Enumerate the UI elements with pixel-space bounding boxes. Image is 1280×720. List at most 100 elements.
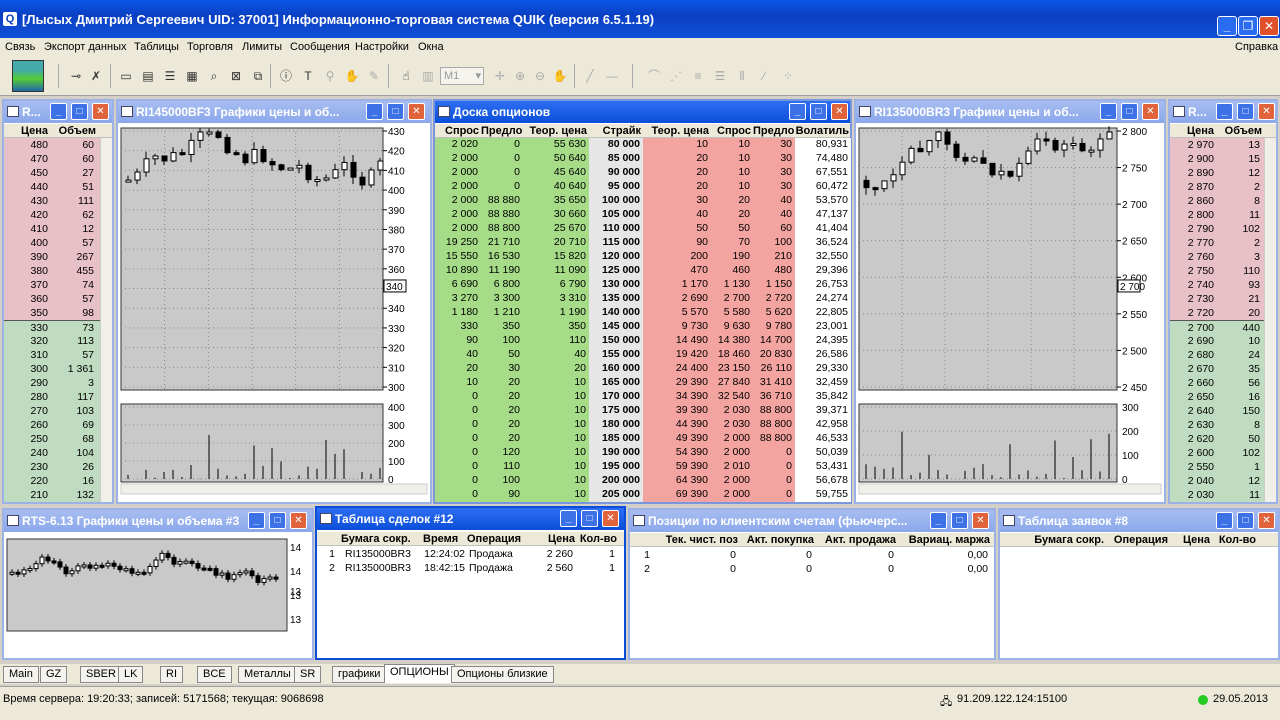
option-row[interactable]: 2 000 88 880 30 660 105 000 40 20 40 47,137 — [435, 208, 851, 222]
option-row[interactable]: 2 000 88 800 25 670 110 000 50 50 60 41,404 — [435, 222, 851, 236]
tab-5[interactable]: BCE — [197, 666, 232, 683]
deals-col-3[interactable]: Цена — [529, 533, 575, 545]
deals-table-window[interactable]: Таблица сделок #12 _ □ ✕ Бумага сокр. Вре… — [315, 506, 626, 660]
option-row[interactable]: 2 020 0 55 630 80 000 10 10 30 80,931 — [435, 138, 851, 152]
orders-col-1[interactable]: Операция — [1106, 534, 1168, 546]
orderbook-row[interactable]: 2 030 11 — [1170, 488, 1264, 502]
text-icon[interactable]: T — [300, 68, 316, 84]
orderbook-row[interactable]: 2 860 8 — [1170, 194, 1264, 208]
minimize-button[interactable]: _ — [560, 510, 577, 527]
edit-icon[interactable]: ✎ — [366, 68, 382, 84]
arc-icon[interactable]: ⌒ — [646, 68, 662, 84]
orderbook-row[interactable]: 2 690 10 — [1170, 334, 1264, 348]
tab-10[interactable]: Опционы близкие — [451, 666, 554, 683]
price-volume-chart[interactable]: 4304204104003903803703603503403303203103… — [118, 124, 430, 502]
option-row[interactable]: 2 000 88 880 35 650 100 000 30 20 40 53,570 — [435, 194, 851, 208]
option-row[interactable]: 330 350 350 145 000 9 730 9 630 9 780 23,001 — [435, 320, 851, 334]
orderbook-row[interactable]: 2 730 21 — [1170, 292, 1264, 306]
orderbook-row[interactable]: 290 3 — [4, 376, 100, 390]
orderbook-row[interactable]: 2 620 50 — [1170, 432, 1264, 446]
deals-col-4[interactable]: Кол-во — [577, 533, 617, 545]
orderbook-row[interactable]: 260 69 — [4, 418, 100, 432]
maximize-button[interactable]: □ — [1237, 512, 1254, 529]
options-col-3[interactable]: Страйк — [589, 125, 641, 137]
menu-trading[interactable]: Торговля — [187, 41, 233, 53]
orderbook-row[interactable]: 2 550 1 — [1170, 460, 1264, 474]
zoom-in-icon[interactable]: ⊕ — [512, 68, 528, 84]
orderbook-row[interactable]: 2 680 24 — [1170, 348, 1264, 362]
positions-col-3[interactable]: Вариац. маржа — [898, 534, 990, 546]
orderbook-row[interactable]: 2 630 8 — [1170, 418, 1264, 432]
option-row[interactable]: 3 270 3 300 3 310 135 000 2 690 2 700 2 720 24,… — [435, 292, 851, 306]
orderbook-row[interactable]: 2 900 15 — [1170, 152, 1264, 166]
orderbook-row[interactable]: 240 104 — [4, 446, 100, 460]
option-row[interactable]: 0 110 10 195 000 59 390 2 010 0 53,431 — [435, 460, 851, 474]
orderbook-row[interactable]: 390 267 — [4, 250, 100, 264]
options-board-window[interactable]: Доска опционов _ □ ✕ Спрос Предло Теор. це… — [433, 99, 852, 504]
tab-8[interactable]: графики — [332, 666, 387, 683]
info-icon[interactable]: ⓘ — [278, 68, 294, 84]
orderbook-row[interactable]: 330 73 — [4, 320, 100, 334]
close-button[interactable]: ✕ — [972, 512, 989, 529]
options-col-6[interactable]: Предло — [753, 125, 794, 137]
tab-6[interactable]: Металлы — [238, 666, 297, 683]
col-price[interactable]: Цена — [1170, 125, 1214, 137]
grid-icon[interactable]: ▦ — [184, 68, 200, 84]
orderbook-row[interactable]: 430 111 — [4, 194, 100, 208]
deals-col-2[interactable]: Операция — [467, 533, 527, 545]
chart-scrollbar[interactable] — [858, 483, 1162, 495]
orderbook-row[interactable]: 2 800 11 — [1170, 208, 1264, 222]
orderbook-row[interactable]: 320 113 — [4, 334, 100, 348]
maximize-button[interactable]: □ — [810, 103, 827, 120]
option-row[interactable]: 1 180 1 210 1 190 140 000 5 570 5 580 5 620 22,… — [435, 306, 851, 320]
orderbook-row[interactable]: 250 68 — [4, 432, 100, 446]
orderbook-row[interactable]: 2 890 12 — [1170, 166, 1264, 180]
close-button[interactable]: ✕ — [831, 103, 848, 120]
tab-9[interactable]: ОПЦИОНЫ — [384, 664, 455, 683]
search-icon[interactable]: ⌕ — [206, 68, 222, 84]
price-volume-chart[interactable]: 2 8002 7502 7002 6502 6002 5502 5002 450… — [856, 124, 1164, 502]
close-button[interactable]: ✕ — [92, 103, 109, 120]
tab-1[interactable]: GZ — [40, 666, 68, 683]
orderbook-row[interactable]: 210 132 — [4, 488, 100, 502]
col-price[interactable]: Цена — [4, 125, 48, 137]
chart-window-ri145000bf3[interactable]: RI145000BF3 Графики цены и об... _ □ ✕ 4… — [116, 99, 432, 504]
position-row[interactable]: 1 0 0 0 0,00 — [630, 548, 994, 562]
scrollbar[interactable] — [1264, 138, 1276, 502]
option-row[interactable]: 0 20 10 185 000 49 390 2 000 88 800 46,533 — [435, 432, 851, 446]
menu-svyaz[interactable]: Связь — [5, 41, 35, 53]
interval-select[interactable]: M1 ▾ — [440, 67, 484, 85]
maximize-app-button[interactable]: ❐ — [1238, 16, 1258, 36]
tab-2[interactable]: SBER — [80, 666, 122, 683]
fibonacci-icon[interactable]: ⦀ — [734, 68, 750, 84]
option-row[interactable]: 15 550 16 530 15 820 120 000 200 190 210 32,550 — [435, 250, 851, 264]
scrollbar[interactable] — [100, 138, 112, 502]
minimize-app-button[interactable]: _ — [1217, 16, 1237, 36]
orderbook-row[interactable]: 2 720 20 — [1170, 306, 1264, 320]
orderbook-row[interactable]: 300 1 361 — [4, 362, 100, 376]
minimize-button[interactable]: _ — [366, 103, 383, 120]
pan-icon[interactable]: ✋ — [552, 68, 568, 84]
orderbook-left-window[interactable]: R... _ □ ✕ Цена Объем 480 60 470 60 450 27 440… — [2, 99, 114, 504]
option-row[interactable]: 6 690 6 800 6 790 130 000 1 170 1 130 1 150 26,… — [435, 278, 851, 292]
minimize-button[interactable]: _ — [50, 103, 67, 120]
option-row[interactable]: 20 30 20 160 000 24 400 23 150 26 110 29,330 — [435, 362, 851, 376]
orderbook-row[interactable]: 480 60 — [4, 138, 100, 152]
orderbook-row[interactable]: 380 455 — [4, 264, 100, 278]
menu-tables[interactable]: Таблицы — [134, 41, 179, 53]
pointer-icon[interactable]: ☝ — [398, 68, 414, 84]
orderbook-row[interactable]: 230 26 — [4, 460, 100, 474]
close-button[interactable]: ✕ — [1258, 512, 1275, 529]
chart-window-ri135000br3[interactable]: RI135000BR3 Графики цены и об... _ □ ✕ 2… — [854, 99, 1166, 504]
orders-col-0[interactable]: Бумага сокр. — [1024, 534, 1104, 546]
option-row[interactable]: 40 50 40 155 000 19 420 18 460 20 830 26,586 — [435, 348, 851, 362]
orderbook-row[interactable]: 220 16 — [4, 474, 100, 488]
options-col-2[interactable]: Теор. цена — [523, 125, 587, 137]
option-row[interactable]: 19 250 21 710 20 710 115 000 90 70 100 36,524 — [435, 236, 851, 250]
menu-settings[interactable]: Настройки — [355, 41, 409, 53]
orders-col-2[interactable]: Цена — [1170, 534, 1210, 546]
deals-col-0[interactable]: Бумага сокр. — [341, 533, 421, 545]
orderbook-row[interactable]: 440 51 — [4, 180, 100, 194]
close-button[interactable]: ✕ — [290, 512, 307, 529]
options-col-1[interactable]: Предло — [481, 125, 522, 137]
